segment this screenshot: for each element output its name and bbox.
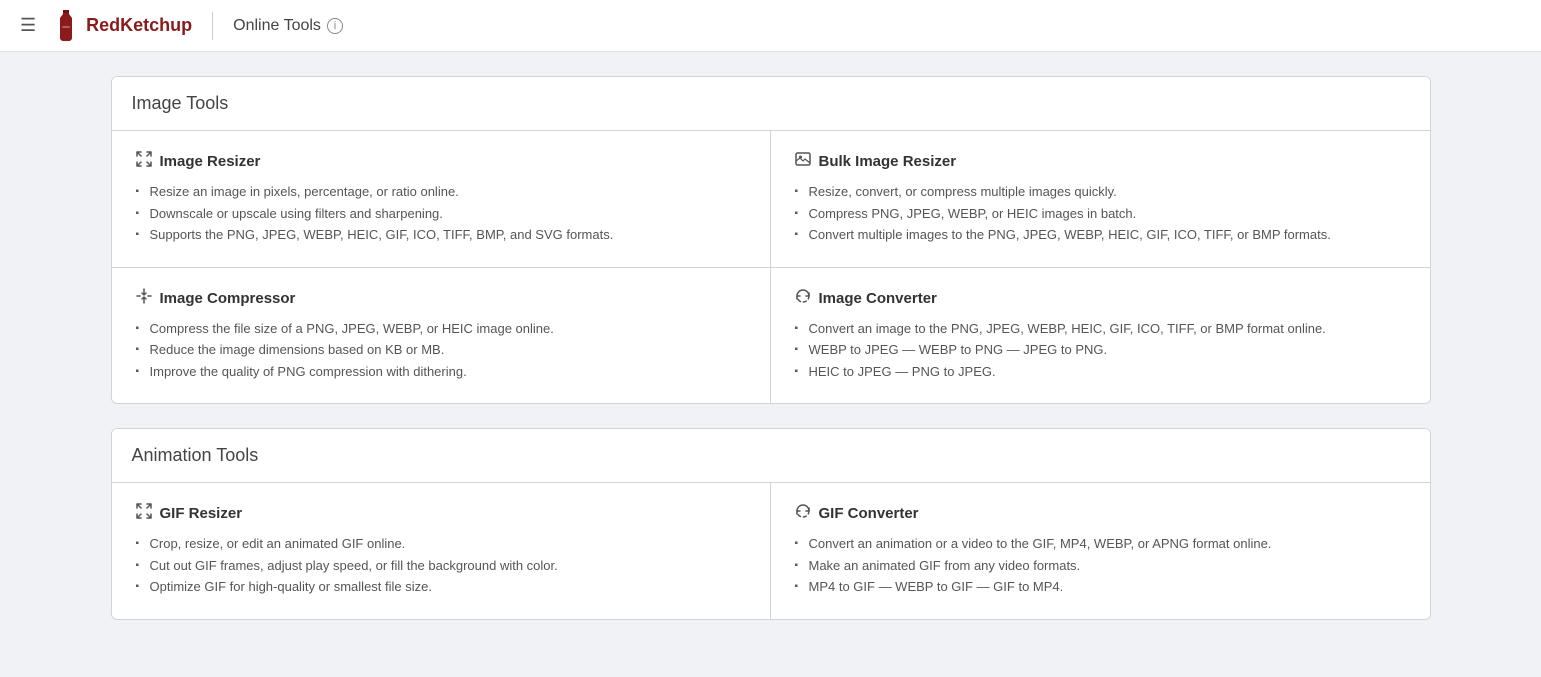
menu-icon[interactable]: ☰ (16, 11, 40, 40)
section-animation-tools: Animation Tools GIF Resizer Crop, resize,… (111, 428, 1431, 620)
list-item: Reduce the image dimensions based on KB … (136, 340, 746, 360)
list-item: Make an animated GIF from any video form… (795, 556, 1406, 576)
tools-grid-animation-tools: GIF Resizer Crop, resize, or edit an anim… (112, 482, 1430, 619)
tool-gif-resizer[interactable]: GIF Resizer Crop, resize, or edit an anim… (112, 483, 771, 619)
list-item: Resize, convert, or compress multiple im… (795, 182, 1406, 202)
tool-name-image-converter: Image Converter (819, 290, 937, 307)
list-item: HEIC to JPEG — PNG to JPEG. (795, 362, 1406, 382)
list-item: Convert multiple images to the PNG, JPEG… (795, 225, 1406, 245)
tool-title-image-compressor: Image Compressor (136, 288, 746, 309)
tool-title-image-resizer: Image Resizer (136, 151, 746, 172)
tool-name-image-compressor: Image Compressor (160, 290, 296, 307)
tool-title-gif-resizer: GIF Resizer (136, 503, 746, 524)
tool-name-gif-converter: GIF Converter (819, 505, 919, 522)
list-item: Downscale or upscale using filters and s… (136, 204, 746, 224)
brand-name: RedKetchup (86, 15, 192, 36)
info-icon[interactable]: i (327, 18, 343, 34)
tool-bulk-image-resizer[interactable]: Bulk Image Resizer Resize, convert, or co… (771, 131, 1430, 268)
list-item: Compress the file size of a PNG, JPEG, W… (136, 319, 746, 339)
list-item: Convert an image to the PNG, JPEG, WEBP,… (795, 319, 1406, 339)
header: ☰ RedKetchup Online Tools i (0, 0, 1541, 52)
tool-bullets-gif-converter: Convert an animation or a video to the G… (795, 534, 1406, 597)
tool-image-converter[interactable]: Image Converter Convert an image to the P… (771, 268, 1430, 404)
section-title-animation-tools: Animation Tools (112, 429, 1430, 482)
tool-title-bulk-image-resizer: Bulk Image Resizer (795, 151, 1406, 172)
logo-link[interactable]: RedKetchup (52, 8, 192, 44)
list-item: Resize an image in pixels, percentage, o… (136, 182, 746, 202)
tool-title-gif-converter: GIF Converter (795, 503, 1406, 524)
tool-name-image-resizer: Image Resizer (160, 153, 261, 170)
tool-title-image-converter: Image Converter (795, 288, 1406, 309)
tool-name-bulk-image-resizer: Bulk Image Resizer (819, 153, 957, 170)
resize-icon (136, 503, 152, 524)
compress-icon (136, 288, 152, 309)
list-item: Convert an animation or a video to the G… (795, 534, 1406, 554)
main-content: Image Tools Image Resizer Resize an image… (71, 52, 1471, 668)
list-item: Compress PNG, JPEG, WEBP, or HEIC images… (795, 204, 1406, 224)
tool-bullets-image-resizer: Resize an image in pixels, percentage, o… (136, 182, 746, 245)
section-image-tools: Image Tools Image Resizer Resize an image… (111, 76, 1431, 404)
tool-image-compressor[interactable]: Image Compressor Compress the file size o… (112, 268, 771, 404)
tool-bullets-image-converter: Convert an image to the PNG, JPEG, WEBP,… (795, 319, 1406, 382)
tool-gif-converter[interactable]: GIF Converter Convert an animation or a v… (771, 483, 1430, 619)
convert-icon (795, 288, 811, 309)
header-divider (212, 12, 213, 40)
list-item: Improve the quality of PNG compression w… (136, 362, 746, 382)
tools-grid-image-tools: Image Resizer Resize an image in pixels, … (112, 130, 1430, 403)
tool-bullets-gif-resizer: Crop, resize, or edit an animated GIF on… (136, 534, 746, 597)
convert-icon (795, 503, 811, 524)
logo-bottle-icon (52, 8, 80, 44)
list-item: Cut out GIF frames, adjust play speed, o… (136, 556, 746, 576)
list-item: Optimize GIF for high-quality or smalles… (136, 577, 746, 597)
list-item: Crop, resize, or edit an animated GIF on… (136, 534, 746, 554)
tool-bullets-bulk-image-resizer: Resize, convert, or compress multiple im… (795, 182, 1406, 245)
section-title-image-tools: Image Tools (112, 77, 1430, 130)
list-item: WEBP to JPEG — WEBP to PNG — JPEG to PNG… (795, 340, 1406, 360)
tool-bullets-image-compressor: Compress the file size of a PNG, JPEG, W… (136, 319, 746, 382)
header-subtitle: Online Tools i (233, 17, 343, 35)
tool-name-gif-resizer: GIF Resizer (160, 505, 243, 522)
subtitle-text: Online Tools (233, 17, 321, 35)
image-icon (795, 151, 811, 172)
resize-icon (136, 151, 152, 172)
list-item: Supports the PNG, JPEG, WEBP, HEIC, GIF,… (136, 225, 746, 245)
list-item: MP4 to GIF — WEBP to GIF — GIF to MP4. (795, 577, 1406, 597)
tool-image-resizer[interactable]: Image Resizer Resize an image in pixels, … (112, 131, 771, 268)
